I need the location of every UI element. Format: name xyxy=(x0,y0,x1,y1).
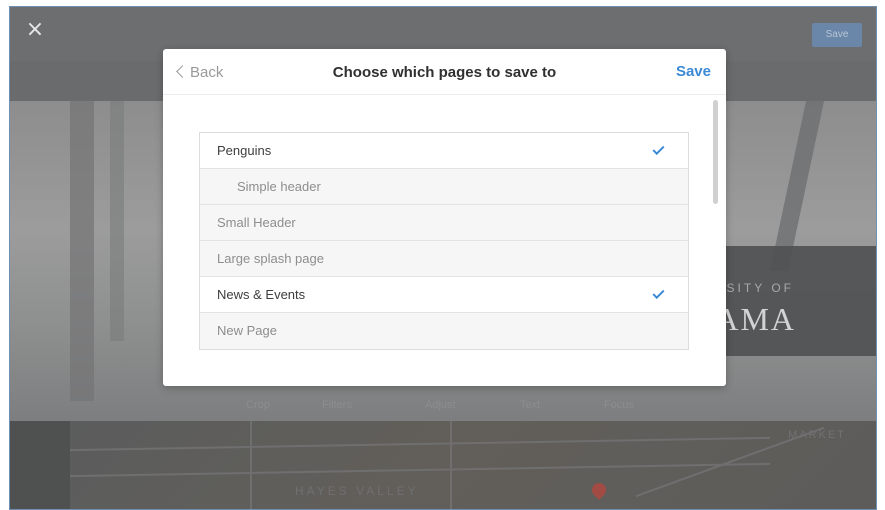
page-item-new-page[interactable]: New Page xyxy=(200,313,688,349)
page-label: Penguins xyxy=(217,143,272,158)
page-label: Large splash page xyxy=(217,251,324,266)
tool-crop[interactable]: Crop xyxy=(246,399,270,411)
photo-caption-big: AMA xyxy=(715,301,796,337)
tool-focus[interactable]: Focus xyxy=(604,399,634,411)
map-area xyxy=(70,421,876,509)
scrollbar[interactable] xyxy=(713,100,718,204)
page-label: Simple header xyxy=(237,179,321,194)
tool-text[interactable]: Text xyxy=(520,399,540,411)
modal-header: Back Choose which pages to save to Save xyxy=(163,49,726,95)
editor-save-button[interactable]: Save xyxy=(812,23,862,47)
checkmark-icon xyxy=(652,286,665,300)
tree-trunk xyxy=(70,101,94,401)
page-label: News & Events xyxy=(217,287,306,302)
map-road xyxy=(70,462,770,478)
map-road xyxy=(250,421,252,509)
save-button[interactable]: Save xyxy=(676,63,711,80)
save-pages-modal: Back Choose which pages to save to Save … xyxy=(163,49,726,386)
map-label-market: MARKET xyxy=(788,429,846,441)
close-icon[interactable]: × xyxy=(24,19,46,41)
page-item-simple-header[interactable]: Simple header xyxy=(200,169,688,205)
pages-list: Penguins Simple header Small Header Larg… xyxy=(199,132,689,350)
map-label-hayes: HAYES VALLEY xyxy=(295,484,419,498)
page-item-small-header[interactable]: Small Header xyxy=(200,205,688,241)
checkmark-icon xyxy=(652,142,665,156)
modal-title: Choose which pages to save to xyxy=(332,64,557,81)
photo-caption-small: RSITY OF xyxy=(714,281,794,295)
page-label: New Page xyxy=(217,323,277,338)
map-road xyxy=(450,421,452,509)
map-preview: HAYES VALLEY MARKET xyxy=(10,421,876,509)
map-pin-icon xyxy=(589,480,609,500)
page-item-news-events[interactable]: News & Events xyxy=(200,277,688,313)
tool-filters[interactable]: Filters xyxy=(322,399,352,411)
image-toolbar: Crop Filters Adjust Text Focus xyxy=(10,391,876,421)
tree-trunk xyxy=(110,101,124,341)
page-item-penguins[interactable]: Penguins xyxy=(200,133,688,169)
app-frame: × Save RSITY OF AMA Crop Filters Adjust … xyxy=(9,6,877,510)
page-item-large-splash-page[interactable]: Large splash page xyxy=(200,241,688,277)
page-label: Small Header xyxy=(217,215,296,230)
map-road xyxy=(70,436,770,452)
tool-adjust[interactable]: Adjust xyxy=(425,399,456,411)
